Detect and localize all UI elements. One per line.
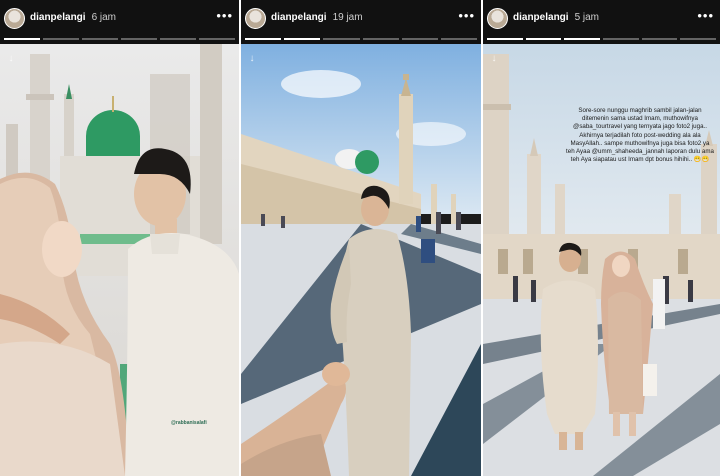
story-progress bbox=[4, 38, 235, 40]
more-icon[interactable]: ••• bbox=[216, 8, 233, 23]
story-panel-3[interactable]: dianpelangi 5 jam ••• ↓ Sore-sore nunggu… bbox=[483, 0, 720, 476]
mention-tag[interactable]: @rabbanisalafi bbox=[171, 420, 207, 426]
story-caption: Sore-sore nunggu maghrib sambil jalan-ja… bbox=[566, 107, 714, 164]
avatar[interactable] bbox=[487, 8, 508, 29]
story-header: dianpelangi 5 jam ••• bbox=[483, 0, 720, 44]
username[interactable]: dianpelangi 6 jam bbox=[30, 12, 116, 23]
download-icon[interactable]: ↓ bbox=[245, 52, 259, 66]
post-time: 5 jam bbox=[574, 12, 600, 23]
username[interactable]: dianpelangi 19 jam bbox=[271, 12, 363, 23]
story-header: dianpelangi 6 jam ••• bbox=[0, 0, 239, 44]
story-panel-1[interactable]: dianpelangi 6 jam ••• ↓ @rabbanisalafi bbox=[0, 0, 239, 476]
avatar[interactable] bbox=[245, 8, 266, 29]
more-icon[interactable]: ••• bbox=[697, 8, 714, 23]
download-icon[interactable]: ↓ bbox=[4, 52, 18, 66]
more-icon[interactable]: ••• bbox=[458, 8, 475, 23]
story-progress bbox=[245, 38, 478, 40]
avatar[interactable] bbox=[4, 8, 25, 29]
story-photo bbox=[0, 44, 239, 476]
post-time: 6 jam bbox=[91, 12, 117, 23]
post-time: 19 jam bbox=[332, 12, 363, 23]
story-progress bbox=[487, 38, 717, 40]
story-panel-2[interactable]: dianpelangi 19 jam ••• ↓ bbox=[241, 0, 481, 476]
username[interactable]: dianpelangi 5 jam bbox=[513, 12, 599, 23]
download-icon[interactable]: ↓ bbox=[487, 52, 501, 66]
story-photo bbox=[241, 44, 481, 476]
story-header: dianpelangi 19 jam ••• bbox=[241, 0, 481, 44]
